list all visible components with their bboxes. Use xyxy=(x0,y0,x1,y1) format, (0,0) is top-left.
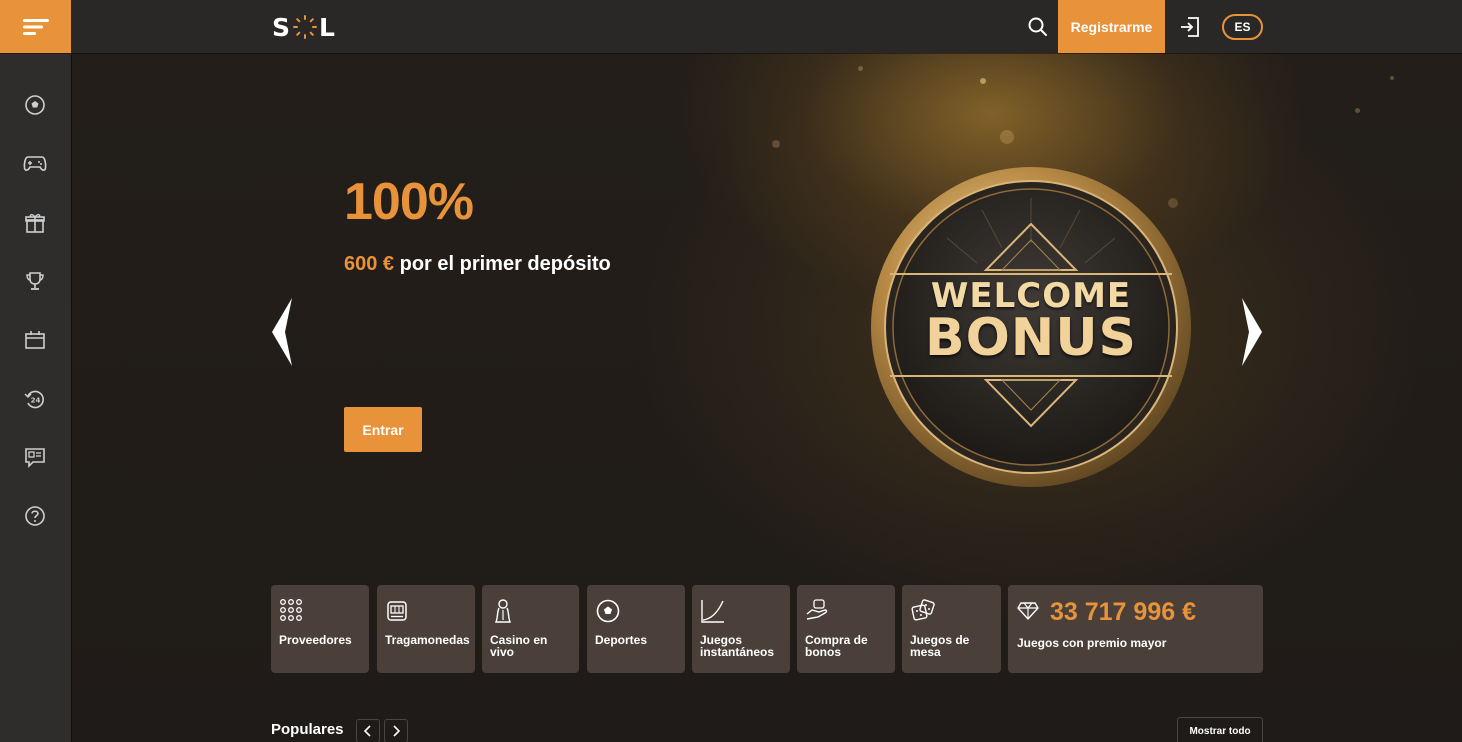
category-sports[interactable]: Deportes xyxy=(587,585,685,673)
category-instant-games[interactable]: Juegos instantáneos xyxy=(692,585,790,673)
sparkle xyxy=(980,78,986,84)
sidebar-item-tournaments[interactable] xyxy=(23,269,47,293)
chevron-left-icon xyxy=(363,725,371,737)
chat-icon xyxy=(25,448,45,468)
category-slots[interactable]: Tragamonedas xyxy=(377,585,475,673)
menu-button[interactable] xyxy=(0,0,71,53)
logo-letter-s: S xyxy=(272,12,292,42)
sparkle xyxy=(772,140,780,148)
diamond-icon xyxy=(1017,602,1039,621)
sidebar-item-support[interactable]: 24 xyxy=(23,387,47,411)
logo[interactable]: S L xyxy=(272,12,336,42)
sidebar-item-calendar[interactable] xyxy=(23,328,47,352)
logo-letter-l: L xyxy=(319,12,336,42)
sparkle xyxy=(1355,108,1360,113)
support-24-icon: 24 xyxy=(24,390,44,409)
category-live-casino[interactable]: Casino en vivo xyxy=(482,585,579,673)
category-label: Juegos instantáneos xyxy=(700,633,775,659)
jackpot-amount: 33 717 996 € xyxy=(1050,598,1196,626)
popular-next-button[interactable] xyxy=(384,719,408,742)
hero-subtitle-amount: 600 € xyxy=(344,253,395,275)
language-selector[interactable]: ES xyxy=(1222,14,1263,40)
search-icon[interactable] xyxy=(1027,16,1049,38)
enter-button[interactable]: Entrar xyxy=(344,407,422,452)
register-button[interactable]: Registrarme xyxy=(1058,0,1165,53)
category-label: Compra de bonos xyxy=(805,633,868,659)
carousel-prev-icon[interactable] xyxy=(268,296,296,368)
category-label: Juegos de mesa xyxy=(910,633,970,659)
sun-icon xyxy=(293,15,318,39)
category-label: Proveedores xyxy=(279,633,352,647)
sparkle xyxy=(1390,76,1394,80)
sidebar-item-games[interactable] xyxy=(23,151,47,175)
chart-curve-icon xyxy=(701,600,724,623)
soccer-ball-icon xyxy=(596,599,620,623)
trophy-icon xyxy=(26,272,44,290)
dice-icon xyxy=(911,599,935,621)
gift-icon xyxy=(25,214,45,233)
popular-prev-button[interactable] xyxy=(356,719,380,742)
sidebar: 24 xyxy=(0,53,71,742)
grid-dots-icon xyxy=(280,599,302,621)
welcome-bonus-coin: WELCOME BONUS xyxy=(862,158,1200,496)
category-label: Casino en vivo xyxy=(490,633,548,659)
sparkle xyxy=(858,66,863,71)
popular-section-title: Populares xyxy=(271,721,344,738)
chevron-right-icon xyxy=(393,725,401,737)
soccer-ball-icon xyxy=(25,95,45,115)
category-label: Tragamonedas xyxy=(385,633,470,647)
sidebar-item-sports[interactable] xyxy=(23,93,47,117)
carousel-next-icon[interactable] xyxy=(1238,296,1266,368)
category-table-games[interactable]: Juegos de mesa xyxy=(902,585,1001,673)
hero-title: 100% xyxy=(344,173,474,231)
category-label: Deportes xyxy=(595,633,648,647)
sidebar-item-chat[interactable] xyxy=(23,445,47,469)
jackpot-label: Juegos con premio mayor xyxy=(1017,636,1167,650)
hand-coin-icon xyxy=(806,599,828,620)
help-icon xyxy=(25,506,45,526)
show-all-button[interactable]: Mostrar todo xyxy=(1177,717,1263,742)
jackpot-tile[interactable]: 33 717 996 € Juegos con premio mayor xyxy=(1008,585,1263,673)
coin-bonus-text: BONUS xyxy=(924,308,1138,368)
category-bonus-buy[interactable]: Compra de bonos xyxy=(797,585,895,673)
svg-text:24: 24 xyxy=(31,397,41,405)
live-dealer-icon xyxy=(494,599,512,623)
login-icon[interactable] xyxy=(1178,15,1202,39)
menu-icon xyxy=(22,18,49,35)
hero-subtitle-text: por el primer depósito xyxy=(394,253,611,275)
sidebar-item-promotions[interactable] xyxy=(23,211,47,235)
category-providers[interactable]: Proveedores xyxy=(271,585,369,673)
sidebar-item-help[interactable] xyxy=(23,504,47,528)
calendar-icon xyxy=(25,331,45,349)
gamepad-icon xyxy=(23,156,47,171)
top-bar: S L Registrarme ES xyxy=(0,0,1462,53)
sparkle xyxy=(1000,130,1014,144)
hero-subtitle: 600 € por el primer depósito xyxy=(344,253,611,276)
slot-machine-icon xyxy=(387,601,407,621)
